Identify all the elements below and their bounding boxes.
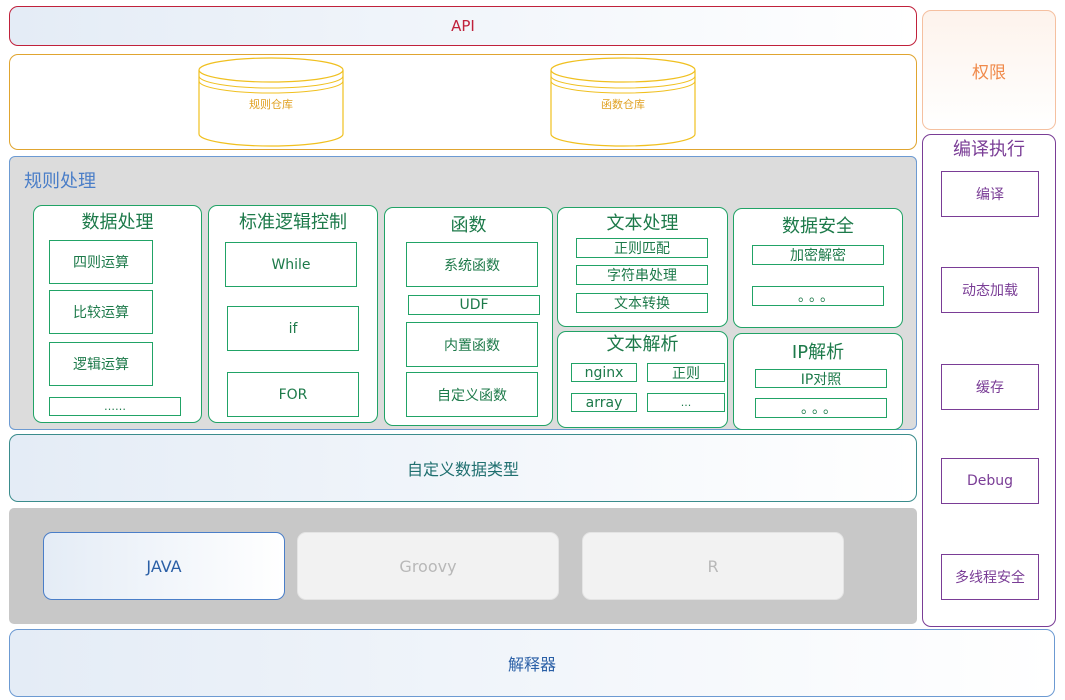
- permissions-box: 权限: [922, 10, 1056, 130]
- compile-box: 编译: [941, 171, 1039, 217]
- text-convert-item: 文本转换: [576, 293, 708, 313]
- interpreter-label: 解释器: [507, 655, 556, 674]
- custom-data-type-bar: 自定义数据类型: [9, 434, 917, 502]
- ip-lookup-item: IP对照: [755, 369, 887, 388]
- nginx-item: nginx: [571, 363, 637, 382]
- text-processing-box: 文本处理 正则匹配 字符串处理 文本转换: [557, 207, 728, 327]
- groovy-label: Groovy: [399, 556, 457, 576]
- while-item: While: [225, 242, 357, 287]
- builtin-func-item: 内置函数: [406, 322, 538, 367]
- string-item: 字符串处理: [576, 265, 708, 285]
- system-func-item: 系统函数: [406, 242, 538, 287]
- comparison-item: 比较运算: [49, 290, 153, 334]
- data-processing-box: 数据处理 四则运算 比较运算 逻辑运算 ……: [33, 205, 202, 423]
- security-more-item: 。。。: [752, 286, 884, 306]
- data-processing-title: 数据处理: [81, 212, 154, 233]
- ip-more-item: 。。。: [755, 398, 887, 418]
- rule-repo-cylinder: 规则仓库: [198, 57, 344, 147]
- regex-match-item: 正则匹配: [576, 238, 708, 258]
- data-security-title: 数据安全: [782, 216, 854, 237]
- func-repo-cylinder: 函数仓库: [550, 57, 696, 147]
- regex-item: 正则: [647, 363, 725, 382]
- ip-parsing-title: IP解析: [791, 342, 845, 363]
- functions-title: 函数: [450, 215, 487, 236]
- debug-box: Debug: [941, 458, 1039, 504]
- r-box: R: [582, 532, 844, 600]
- permissions-label: 权限: [972, 62, 1006, 83]
- functions-box: 函数 系统函数 UDF 内置函数 自定义函数: [384, 207, 553, 426]
- rule-repo-label: 规则仓库: [249, 97, 293, 111]
- groovy-box: Groovy: [297, 532, 559, 600]
- array-item: array: [571, 393, 637, 412]
- data-security-box: 数据安全 加密解密 。。。: [733, 208, 903, 328]
- cache-box: 缓存: [941, 364, 1039, 410]
- parsing-more-item: ...: [647, 393, 725, 412]
- r-label: R: [707, 556, 719, 576]
- java-label: JAVA: [146, 556, 182, 576]
- compile-exec-title: 编译执行: [953, 139, 1025, 160]
- dynamic-load-box: 动态加载: [941, 267, 1039, 313]
- rule-processing-title: 规则处理: [24, 171, 96, 192]
- ip-parsing-box: IP解析 IP对照 。。。: [733, 333, 903, 430]
- more-item: ……: [49, 397, 181, 416]
- text-parsing-box: 文本解析 nginx 正则 array ...: [557, 331, 728, 428]
- logic-control-title: 标准逻辑控制: [239, 212, 347, 233]
- udf-item: UDF: [408, 295, 540, 315]
- for-item: FOR: [227, 372, 359, 417]
- encrypt-item: 加密解密: [752, 245, 884, 265]
- text-parsing-title: 文本解析: [606, 334, 679, 355]
- java-box: JAVA: [43, 532, 285, 600]
- interpreter-bar: 解释器: [9, 629, 1055, 697]
- logic-op-item: 逻辑运算: [49, 342, 153, 386]
- if-item: if: [227, 306, 359, 351]
- repository-cylinders: 规则仓库 函数仓库: [198, 57, 696, 147]
- custom-data-type-label: 自定义数据类型: [406, 460, 519, 479]
- custom-func-item: 自定义函数: [406, 372, 538, 417]
- func-repo-label: 函数仓库: [601, 97, 645, 111]
- text-processing-title: 文本处理: [606, 213, 679, 234]
- thread-safe-box: 多线程安全: [941, 554, 1039, 600]
- arithmetic-item: 四则运算: [49, 240, 153, 284]
- logic-control-box: 标准逻辑控制 While if FOR: [208, 205, 378, 423]
- compile-exec-panel: 编译执行 编译 动态加载 缓存 Debug 多线程安全: [922, 134, 1056, 627]
